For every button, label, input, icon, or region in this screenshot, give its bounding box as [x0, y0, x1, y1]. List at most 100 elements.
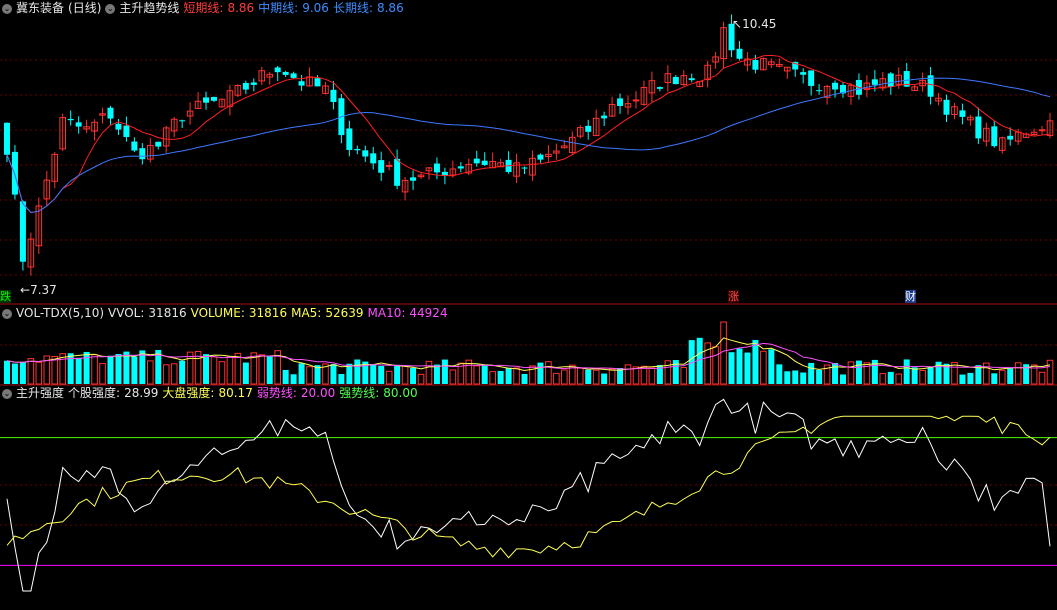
volume-bar [497, 370, 504, 384]
candle-body [656, 87, 663, 89]
volume-bar [592, 369, 600, 385]
low-price-value: 7.37 [30, 283, 57, 297]
candle-body [210, 96, 217, 101]
volume-bar [115, 353, 122, 384]
volume-bar [131, 356, 138, 384]
volume-bar [425, 360, 433, 385]
volume-bar [401, 365, 409, 385]
candle-body [19, 201, 26, 262]
marker-finance: 财 [905, 290, 916, 303]
candle-body [601, 115, 608, 119]
stock-strength-value: 28.99 [124, 386, 159, 400]
collapse-icon[interactable]: ⌄ [2, 308, 12, 319]
candle-body [521, 167, 528, 169]
volume-bar [67, 353, 74, 384]
main-header: ⌄ 冀东装备 (日线) ⌄ 主升趋势线 短期线: 8.86 中期线: 9.06 长期线: 8.86 [2, 0, 408, 16]
volume-bar [385, 370, 393, 385]
volume-bar [648, 367, 656, 385]
volume-bar [895, 373, 903, 385]
volume-bar [210, 356, 218, 385]
candle-body [362, 150, 369, 157]
volume-bar [624, 364, 632, 385]
low-price-label: ←7.37 [20, 283, 57, 297]
candle-body [242, 82, 249, 90]
volume-bar [218, 361, 226, 385]
volume-bar [736, 348, 743, 384]
candle-body [887, 73, 894, 87]
candle-body [457, 166, 464, 169]
long-ma-label: 长期线: [332, 1, 373, 15]
volume-value: 31816 [248, 306, 288, 320]
volume-bar [19, 362, 26, 384]
volume-bar [441, 359, 448, 384]
volume-bar [808, 362, 815, 384]
volume-bar [203, 354, 210, 384]
volume-bar [242, 362, 249, 384]
candle-body [115, 123, 122, 130]
candle-body [354, 148, 361, 151]
vvol-label: VVOL: [108, 306, 145, 320]
volume-bar [887, 371, 894, 384]
candle-body [75, 122, 82, 127]
mid-ma-value: 9.06 [302, 1, 329, 15]
volume-label: VOLUME: [190, 306, 245, 320]
volume-bar [640, 365, 648, 385]
volume-bar [417, 373, 425, 385]
candle-body [11, 151, 18, 195]
candle-body [274, 67, 281, 73]
candle-body [410, 177, 417, 181]
ma5-label: MA5: [291, 306, 322, 320]
candle-body [752, 60, 759, 70]
strength-header: ⌄ 主升强度 个股强度: 28.99 大盘强度: 80.17 弱势线: 20.00 强势线: 80… [2, 385, 422, 401]
volume-bar [521, 373, 528, 384]
volume-bar [585, 369, 592, 384]
volume-indicator-name: VOL-TDX(5,10) [16, 306, 105, 320]
candle-body [1007, 135, 1014, 140]
candle-body [139, 148, 146, 160]
volume-bar [776, 364, 783, 384]
candle-body [394, 158, 401, 186]
collapse-icon[interactable]: ⌄ [2, 3, 12, 14]
candle-body [330, 89, 337, 103]
vvol-value: 31816 [148, 306, 187, 320]
candle-body [800, 72, 807, 75]
candle-body [832, 82, 839, 90]
volume-bar [282, 369, 289, 384]
volume-bar [927, 366, 934, 384]
volume-bar [967, 372, 974, 384]
volume-bar [792, 370, 799, 384]
candle-body [250, 82, 257, 85]
volume-bar [226, 356, 234, 385]
candle-body [632, 99, 640, 102]
volume-bar [27, 358, 35, 385]
candle-body [314, 78, 321, 87]
candle-body [871, 79, 878, 85]
candle-body [179, 120, 186, 122]
volume-bar [576, 367, 584, 385]
strength-indicator-name: 主升强度 [16, 386, 65, 400]
volume-bar [481, 365, 488, 384]
volume-bar [911, 367, 918, 384]
candle-body [736, 48, 743, 59]
high-price-value: 10.45 [742, 17, 777, 31]
short-ma-value: 8.86 [227, 1, 255, 15]
market-strength-label: 大盘强度: [162, 386, 215, 400]
volume-bar [1007, 368, 1014, 384]
volume-bar [632, 366, 640, 385]
volume-bar [768, 349, 775, 384]
volume-bar [11, 363, 18, 384]
volume-bar [840, 374, 847, 384]
volume-bar [561, 369, 568, 385]
volume-bar [720, 321, 727, 385]
volume-bar [903, 359, 910, 384]
volume-bar [35, 361, 43, 385]
collapse-icon[interactable]: ⌄ [2, 388, 12, 399]
ma10-value: 44924 [409, 306, 448, 320]
volume-bar [832, 362, 839, 384]
volume-bar [1014, 362, 1022, 385]
candle-body [433, 163, 440, 173]
volume-bar [146, 360, 154, 385]
candle-body [1038, 129, 1046, 132]
collapse-icon[interactable]: ⌄ [105, 3, 116, 14]
volume-bar [998, 369, 1006, 385]
